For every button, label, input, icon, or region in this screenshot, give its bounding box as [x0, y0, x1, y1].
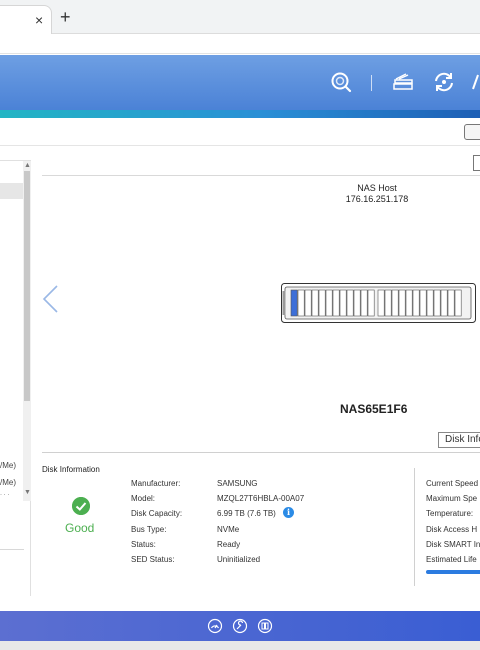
drive-slot[interactable] [332, 289, 340, 317]
manufacturer-value: SAMSUNG [217, 479, 258, 488]
drive-slot[interactable] [384, 289, 392, 317]
list-item[interactable]: /Me) [0, 478, 16, 487]
sed-status-value: Uninitialized [217, 555, 261, 564]
capacity-value: 6.99 TB (7.6 TB) [217, 509, 276, 518]
list-item[interactable]: /Me) [0, 461, 16, 470]
drive-slot[interactable] [454, 289, 462, 317]
drive-slot[interactable] [447, 289, 455, 317]
tools-icon[interactable] [232, 618, 248, 634]
host-label: NAS Host [357, 183, 397, 193]
address-bar[interactable] [0, 34, 480, 54]
bus-type-value: NVMe [217, 525, 240, 534]
drive-slot[interactable] [318, 289, 326, 317]
disk-health-status: Good [65, 521, 95, 535]
drive-slot[interactable] [398, 289, 406, 317]
nas-host-label: NAS Host 176.16.251.178 [330, 183, 424, 205]
selected-disk-row[interactable] [0, 183, 24, 199]
status-label: Status: [131, 540, 156, 549]
section-divider [42, 452, 480, 453]
drive-slot[interactable] [353, 289, 361, 317]
status-value: Ready [217, 540, 241, 549]
check-icon [72, 497, 90, 515]
bus-type-label: Bus Type: [131, 525, 167, 534]
info-icon[interactable]: i [283, 507, 294, 518]
selected-drive-slot[interactable] [290, 289, 298, 317]
status-strip [0, 641, 480, 650]
scroll-up-icon[interactable]: ▲ [24, 162, 31, 169]
drive-slot[interactable] [391, 289, 399, 317]
sync-icon[interactable] [431, 69, 457, 95]
drive-slot[interactable] [325, 289, 333, 317]
drive-slot[interactable] [360, 289, 368, 317]
new-tab-icon[interactable]: + [60, 8, 71, 26]
column-separator [414, 468, 415, 586]
scrollbar-thumb[interactable] [24, 171, 30, 401]
bottom-dock [0, 611, 480, 641]
manufacturer-label: Manufacturer: [131, 479, 181, 488]
drive-slot[interactable] [440, 289, 448, 317]
disk-smart-info-label[interactable]: Disk SMART In [426, 540, 480, 549]
header-separator [371, 75, 372, 91]
model-label: Model: [131, 494, 156, 503]
drive-slot[interactable] [346, 289, 354, 317]
book-icon[interactable] [257, 618, 273, 634]
host-ip: 176.16.251.178 [345, 194, 409, 204]
capacity-label: Disk Capacity: [131, 509, 183, 518]
accent-bar [0, 110, 480, 118]
nas-enclosure-diagram[interactable] [281, 283, 476, 323]
app-header [0, 55, 480, 110]
browser-tab[interactable]: × [0, 5, 52, 34]
disk-information-title: Disk Information [42, 465, 100, 474]
view-toggle-button[interactable] [473, 155, 480, 171]
search-icon[interactable] [328, 69, 354, 95]
toolbar-disk-button[interactable] [464, 124, 480, 140]
viewer-top-divider [42, 175, 480, 176]
drive-slot[interactable] [426, 289, 434, 317]
drive-slot[interactable] [419, 289, 427, 317]
model-value: MZQL27T6HBLA-00A07 [217, 494, 305, 503]
disk-access-history-label[interactable]: Disk Access H [426, 525, 477, 534]
list-item[interactable]: · · · [0, 492, 9, 498]
drive-slot[interactable] [311, 289, 319, 317]
disk-info-button[interactable]: Disk Info [438, 432, 480, 448]
maximum-speed-label: Maximum Spe [426, 494, 478, 503]
more-icon[interactable] [471, 69, 480, 95]
scroll-down-icon[interactable]: ▼ [24, 489, 31, 496]
previous-enclosure-icon[interactable] [40, 284, 60, 314]
estimated-life-label: Estimated Life [426, 555, 477, 564]
drive-slot[interactable] [297, 289, 305, 317]
drive-slot[interactable] [304, 289, 312, 317]
dashboard-icon[interactable] [207, 618, 223, 634]
tab-close-icon[interactable]: × [35, 13, 43, 27]
drive-slot[interactable] [433, 289, 441, 317]
drive-slot[interactable] [377, 289, 385, 317]
current-speed-label: Current Speed [426, 479, 479, 488]
disk-list-panel: ▲ ▼ /Me) /Me) · · · [0, 160, 31, 596]
temperature-label: Temperature: [426, 509, 474, 518]
drive-slot[interactable] [412, 289, 420, 317]
drive-slot[interactable] [339, 289, 347, 317]
estimated-life-bar [426, 570, 480, 574]
toolbar-row [0, 118, 480, 146]
drive-slot[interactable] [367, 289, 375, 317]
sed-status-label: SED Status: [131, 555, 175, 564]
drive-slot[interactable] [405, 289, 413, 317]
nas-name: NAS65E1F6 [340, 402, 408, 416]
panel-divider [0, 549, 24, 550]
storage-stack-icon[interactable] [390, 69, 416, 95]
browser-tab-strip: × + [0, 0, 480, 34]
